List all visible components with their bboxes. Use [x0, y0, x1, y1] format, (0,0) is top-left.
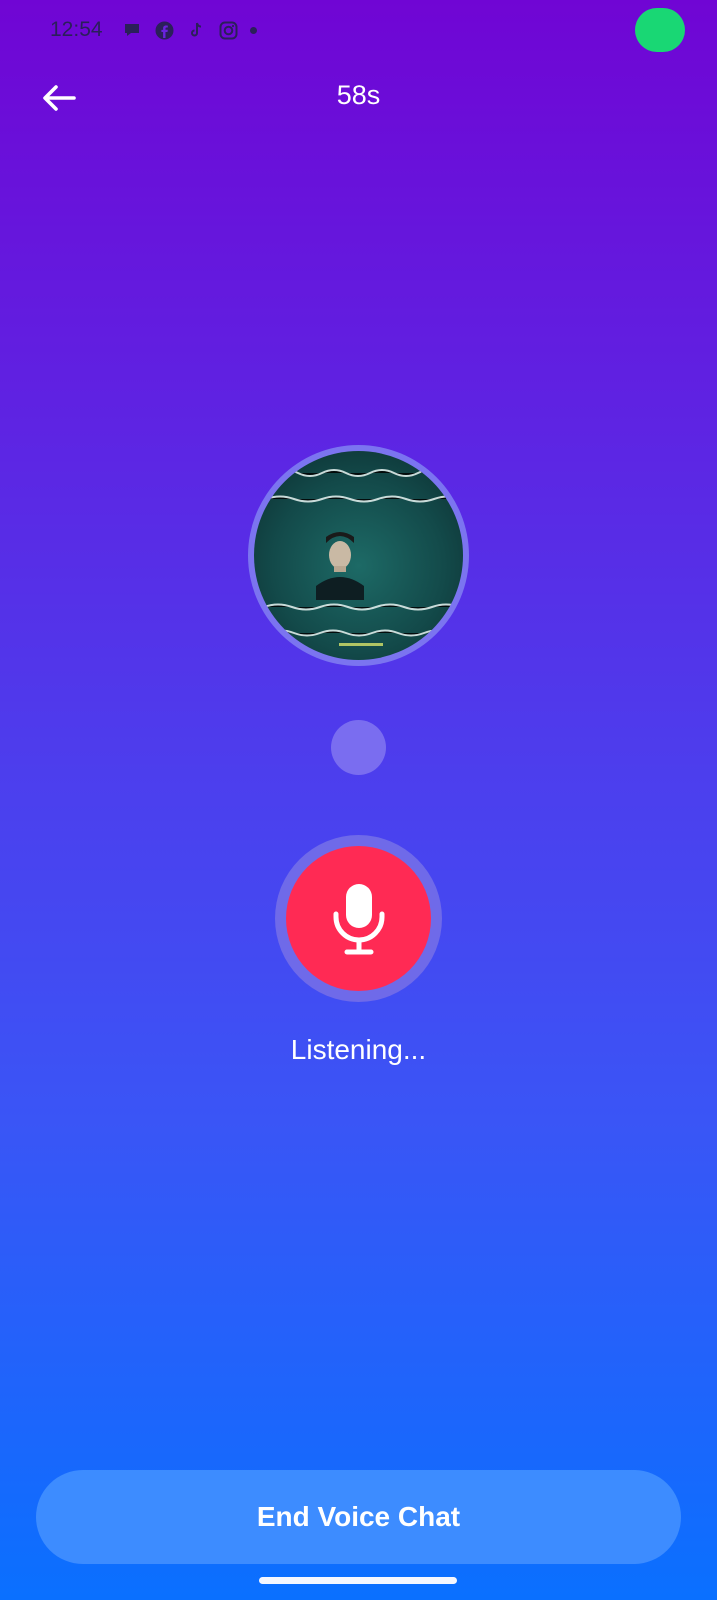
status-bar: 12:54 — [0, 0, 717, 60]
avatar-image — [263, 469, 463, 646]
tiktok-icon — [186, 20, 206, 40]
home-indicator[interactable] — [259, 1577, 457, 1584]
instagram-icon — [218, 20, 238, 40]
status-time: 12:54 — [50, 18, 103, 41]
listening-status: Listening... — [290, 1034, 427, 1065]
call-timer: 58s — [336, 80, 381, 110]
mic-button[interactable] — [286, 846, 431, 991]
microphone-icon — [333, 883, 384, 954]
facebook-icon — [154, 20, 174, 40]
chat-bubble-icon — [122, 20, 142, 40]
active-indicator-pill — [635, 8, 685, 52]
end-voice-chat-button[interactable]: End Voice Chat — [36, 1470, 681, 1564]
notification-dot — [250, 26, 257, 34]
notification-icons — [122, 18, 257, 42]
avatar — [254, 451, 463, 660]
avatar-ring — [248, 445, 469, 666]
audio-level-indicator — [331, 720, 386, 775]
